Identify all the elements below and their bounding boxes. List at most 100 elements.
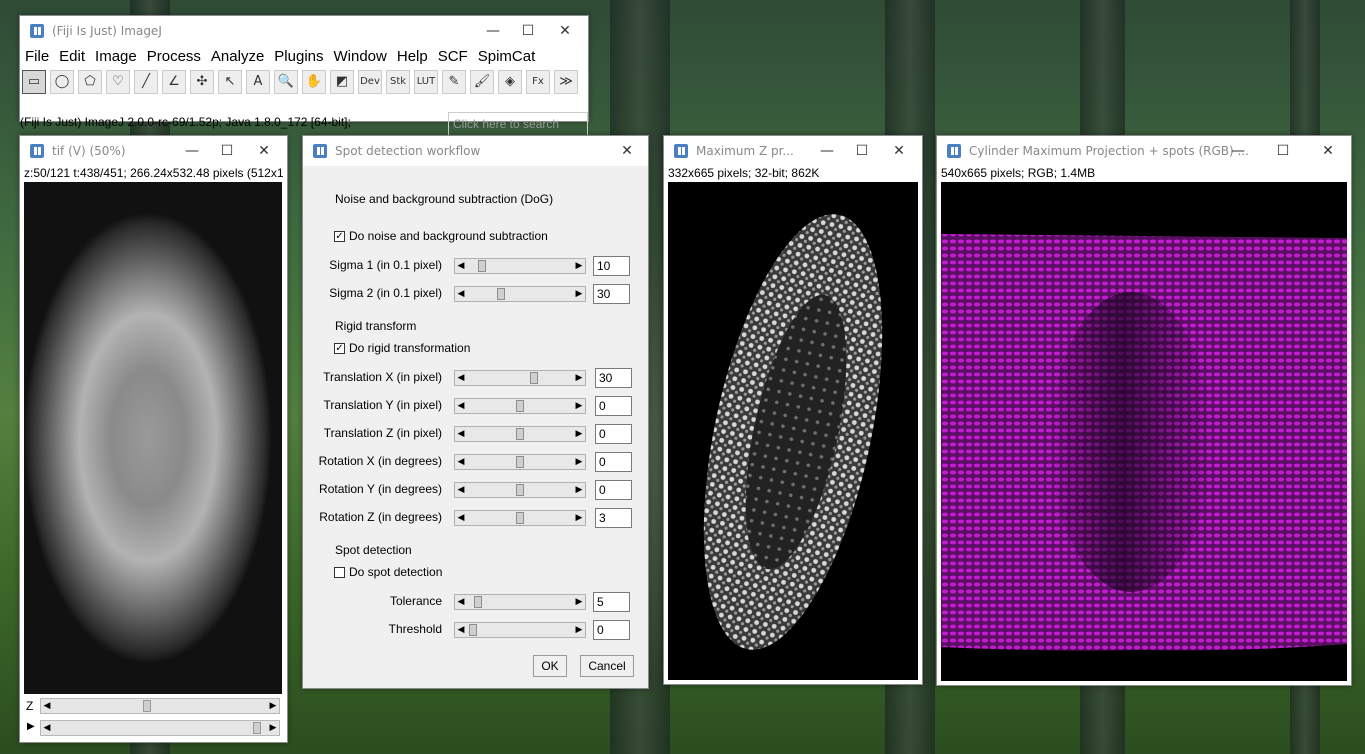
oval-tool-icon[interactable]: ◯ [50, 70, 74, 94]
rectangle-tool-icon[interactable]: ▭ [22, 70, 46, 94]
minimize-button[interactable]: — [812, 140, 842, 162]
slider-right-icon[interactable]: ▶ [573, 371, 585, 385]
ry-value-field[interactable]: 0 [595, 480, 632, 500]
stk-menu-icon[interactable]: Stk [386, 70, 410, 94]
magnifier-tool-icon[interactable]: 🔍 [274, 70, 298, 94]
menu-scf[interactable]: SCF [433, 46, 473, 68]
rz-value-field[interactable]: 3 [595, 508, 632, 528]
minimize-button[interactable]: — [478, 20, 508, 42]
ry-slider[interactable]: ◀ ▶ [454, 482, 586, 498]
close-button[interactable]: ✕ [884, 140, 914, 162]
slider-right-icon[interactable]: ▶ [573, 455, 585, 469]
slider-left-icon[interactable]: ◀ [455, 623, 467, 637]
tz-value-field[interactable]: 0 [595, 424, 632, 444]
menu-analyze[interactable]: Analyze [206, 46, 269, 68]
slider-thumb[interactable] [516, 428, 524, 440]
menu-help[interactable]: Help [392, 46, 433, 68]
slider-thumb[interactable] [516, 512, 524, 524]
flood-fill-tool-icon[interactable]: ◈ [498, 70, 522, 94]
slider-thumb[interactable] [530, 372, 539, 384]
ok-button[interactable]: OK [533, 655, 567, 677]
hand-tool-icon[interactable]: ✋ [302, 70, 326, 94]
search-input[interactable]: Click here to search [448, 112, 588, 136]
maximize-button[interactable]: ☐ [1268, 140, 1298, 162]
close-button[interactable]: ✕ [249, 140, 279, 162]
menu-window[interactable]: Window [329, 46, 392, 68]
spot-checkbox[interactable] [334, 567, 345, 578]
maximize-button[interactable]: ☐ [847, 140, 877, 162]
ty-slider[interactable]: ◀ ▶ [454, 398, 586, 414]
threshold-value-field[interactable]: 0 [593, 620, 630, 640]
slider-thumb[interactable] [469, 624, 477, 636]
slider-left-icon[interactable]: ◀ [455, 427, 467, 441]
menu-spimcat[interactable]: SpimCat [473, 46, 541, 68]
sigma1-value-field[interactable]: 10 [593, 256, 630, 276]
slider-thumb[interactable] [497, 288, 506, 300]
more-tools-icon[interactable]: ≫ [554, 70, 578, 94]
text-tool-icon[interactable]: A [246, 70, 270, 94]
slider-thumb[interactable] [473, 596, 482, 608]
sigma1-slider[interactable]: ◀ ▶ [454, 258, 586, 274]
rx-value-field[interactable]: 0 [595, 452, 632, 472]
angle-tool-icon[interactable]: ∠ [162, 70, 186, 94]
tolerance-slider[interactable]: ◀ ▶ [454, 594, 586, 610]
slider-right-icon[interactable]: ▶ [573, 287, 585, 301]
wand-tool-icon[interactable]: ↖ [218, 70, 242, 94]
minimize-button[interactable]: — [1223, 140, 1253, 162]
z-slider-thumb[interactable] [142, 700, 151, 712]
slider-left-icon[interactable]: ◀ [455, 483, 467, 497]
color-picker-icon[interactable]: ◩ [330, 70, 354, 94]
slider-left-icon[interactable]: ◀ [455, 259, 467, 273]
scroll-right-icon[interactable]: ▶ [267, 699, 279, 713]
tolerance-value-field[interactable]: 5 [593, 592, 630, 612]
fx-tool-icon[interactable]: Fx [526, 70, 550, 94]
slider-thumb[interactable] [478, 260, 487, 272]
slider-right-icon[interactable]: ▶ [573, 259, 585, 273]
cylinder-image-canvas[interactable] [941, 182, 1347, 681]
rz-slider[interactable]: ◀ ▶ [454, 510, 586, 526]
slider-left-icon[interactable]: ◀ [455, 287, 467, 301]
rx-slider[interactable]: ◀ ▶ [454, 454, 586, 470]
slider-left-icon[interactable]: ◀ [455, 399, 467, 413]
menu-edit[interactable]: Edit [54, 46, 90, 68]
polygon-tool-icon[interactable]: ⬠ [78, 70, 102, 94]
close-button[interactable]: ✕ [612, 140, 642, 162]
pencil-tool-icon[interactable]: ✎ [442, 70, 466, 94]
scroll-right-icon[interactable]: ▶ [267, 721, 279, 735]
rigid-checkbox[interactable]: ✓ [334, 343, 345, 354]
slider-right-icon[interactable]: ▶ [573, 399, 585, 413]
dog-checkbox[interactable]: ✓ [334, 231, 345, 242]
t-slider-thumb[interactable] [252, 722, 261, 734]
dev-menu-icon[interactable]: Dev [358, 70, 382, 94]
tx-slider[interactable]: ◀ ▶ [454, 370, 586, 386]
menu-process[interactable]: Process [142, 46, 206, 68]
line-tool-icon[interactable]: ╱ [134, 70, 158, 94]
slider-right-icon[interactable]: ▶ [573, 483, 585, 497]
z-slider[interactable]: ◀ ▶ [40, 698, 280, 714]
slider-left-icon[interactable]: ◀ [455, 455, 467, 469]
slider-left-icon[interactable]: ◀ [455, 511, 467, 525]
slider-right-icon[interactable]: ▶ [573, 511, 585, 525]
slider-left-icon[interactable]: ◀ [455, 595, 467, 609]
maximize-button[interactable]: ☐ [513, 20, 543, 42]
slider-thumb[interactable] [516, 456, 524, 468]
ty-value-field[interactable]: 0 [595, 396, 632, 416]
multipoint-tool-icon[interactable]: ✣ [190, 70, 214, 94]
close-button[interactable]: ✕ [1313, 140, 1343, 162]
cancel-button[interactable]: Cancel [580, 655, 634, 677]
menu-image[interactable]: Image [90, 46, 142, 68]
slider-right-icon[interactable]: ▶ [573, 427, 585, 441]
sigma2-value-field[interactable]: 30 [593, 284, 630, 304]
tx-value-field[interactable]: 30 [595, 368, 632, 388]
tz-slider[interactable]: ◀ ▶ [454, 426, 586, 442]
t-slider[interactable]: ◀ ▶ [40, 720, 280, 736]
close-button[interactable]: ✕ [550, 20, 580, 42]
sigma2-slider[interactable]: ◀ ▶ [454, 286, 586, 302]
play-icon[interactable]: ▶ [27, 721, 35, 732]
maxz-image-canvas[interactable] [668, 182, 918, 680]
freehand-tool-icon[interactable]: ♡ [106, 70, 130, 94]
menu-plugins[interactable]: Plugins [269, 46, 328, 68]
slider-left-icon[interactable]: ◀ [455, 371, 467, 385]
scroll-left-icon[interactable]: ◀ [41, 699, 53, 713]
slider-right-icon[interactable]: ▶ [573, 623, 585, 637]
